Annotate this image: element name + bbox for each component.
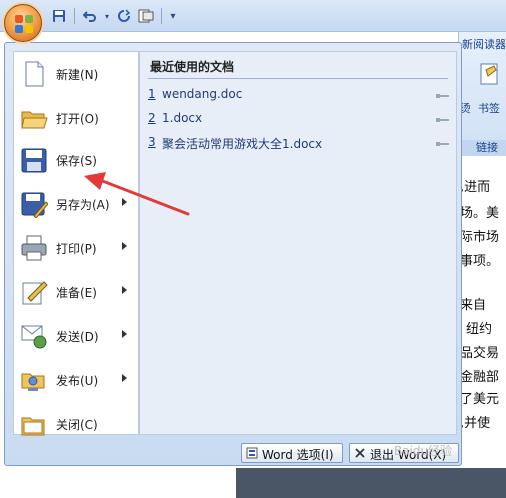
menu-item-label: 发送(D) [56, 330, 99, 344]
divider [148, 78, 448, 79]
taskbar-fragment [236, 468, 506, 498]
redo-icon[interactable] [115, 7, 133, 25]
print-icon [20, 234, 48, 262]
office-menu: 新建(N) 打开(O) 保存(S) 另存为(A) 打印(P) 准备(E) 发送(… [4, 42, 462, 466]
menu-item-label: 关闭(C) [56, 418, 98, 432]
options-icon [246, 447, 258, 459]
submenu-arrow-icon [122, 198, 127, 206]
document-line: 金融部 [460, 370, 500, 385]
submenu-arrow-icon [122, 286, 127, 294]
undo-dropdown-icon[interactable]: ▾ [103, 7, 111, 25]
undo-icon[interactable] [81, 7, 99, 25]
pin-icon[interactable] [436, 90, 450, 100]
document-area[interactable]: ,进而 场。美 际市场 事项。 来自 纽约 品交易 金融部 了美元 ,并使 [458, 156, 506, 456]
toolbar-separator [161, 8, 162, 24]
menu-item-print[interactable]: 打印(P) [14, 228, 138, 268]
recent-document-name: 聚会活动常用游戏大全1.docx [162, 137, 323, 151]
menu-item-send[interactable]: 发送(D) [14, 316, 138, 356]
menu-item-label: 打开(O) [56, 112, 99, 126]
close-icon [354, 447, 366, 459]
bookmark-label[interactable]: 书签 [478, 100, 500, 116]
menu-item-save[interactable]: 保存(S) [14, 140, 138, 180]
recent-document-number: 2 [148, 111, 156, 125]
word-options-label: Word 选项(I) [262, 448, 334, 462]
ribbon-group-label: 链接 [460, 140, 506, 156]
menu-commands-pane: 新建(N) 打开(O) 保存(S) 另存为(A) 打印(P) 准备(E) 发送(… [13, 51, 139, 436]
recent-document-item[interactable]: 3 聚会活动常用游戏大全1.docx [140, 132, 456, 154]
open-folder-icon [20, 104, 48, 132]
menu-item-label: 保存(S) [56, 154, 97, 168]
close-folder-icon [20, 410, 48, 438]
watermark: Baidu经验 [394, 444, 453, 458]
submenu-arrow-icon [122, 374, 127, 382]
customize-icon[interactable] [137, 7, 155, 25]
recent-document-number: 1 [148, 87, 156, 101]
save-as-icon [20, 190, 49, 219]
menu-item-publish[interactable]: 发布(U) [14, 360, 138, 400]
menu-item-label: 新建(N) [56, 68, 99, 82]
menu-item-open[interactable]: 打开(O) [14, 98, 138, 138]
document-line: 际市场 [460, 230, 500, 245]
recent-document-name: wendang.doc [162, 87, 243, 101]
recent-document-item[interactable]: 1 wendang.doc [140, 84, 456, 106]
menu-item-prepare[interactable]: 准备(E) [14, 272, 138, 312]
save-icon[interactable] [50, 7, 68, 25]
menu-item-close[interactable]: 关闭(C) [14, 404, 138, 444]
new-document-icon [20, 60, 48, 88]
qat-dropdown-icon[interactable]: ▾ [168, 7, 178, 25]
menu-item-new[interactable]: 新建(N) [14, 54, 138, 94]
recent-documents-pane: 最近使用的文档 1 wendang.doc 2 1.docx 3 聚会活动常用游… [139, 51, 457, 435]
document-line: 来自 [460, 298, 487, 313]
document-line: ,并使 [460, 416, 491, 431]
document-line: 了美元 [460, 392, 500, 407]
document-line: 品交易 [460, 346, 500, 361]
pin-icon[interactable] [436, 138, 450, 148]
menu-item-label: 打印(P) [56, 242, 97, 256]
menu-item-save-as[interactable]: 另存为(A) [14, 184, 138, 224]
toolbar-separator [74, 8, 75, 24]
save-icon [20, 146, 48, 174]
quick-access-toolbar: ▾ ▾ [50, 6, 178, 26]
recent-document-number: 3 [148, 135, 156, 149]
office-logo-icon [15, 15, 33, 33]
send-icon [20, 322, 48, 350]
submenu-arrow-icon [122, 242, 127, 250]
menu-item-label: 发布(U) [56, 374, 99, 388]
menu-item-label: 准备(E) [56, 286, 97, 300]
document-line: 事项。 [460, 254, 500, 269]
bookmark-icon[interactable] [478, 62, 502, 88]
pin-icon[interactable] [436, 114, 450, 124]
publish-icon [20, 366, 48, 394]
recent-document-name: 1.docx [162, 111, 203, 125]
document-line: 纽约 [466, 322, 493, 337]
word-options-button[interactable]: Word 选项(I) [241, 443, 343, 463]
submenu-arrow-icon [122, 330, 127, 338]
recent-document-item[interactable]: 2 1.docx [140, 108, 456, 130]
menu-item-label: 另存为(A) [56, 198, 110, 212]
office-button[interactable] [4, 4, 42, 42]
ribbon-tab-fragment[interactable]: 新阅读器 [462, 36, 506, 52]
document-line: ,进而 [460, 180, 491, 195]
document-line: 场。美 [460, 206, 500, 221]
prepare-icon [20, 278, 48, 306]
recent-documents-title: 最近使用的文档 [150, 60, 235, 74]
